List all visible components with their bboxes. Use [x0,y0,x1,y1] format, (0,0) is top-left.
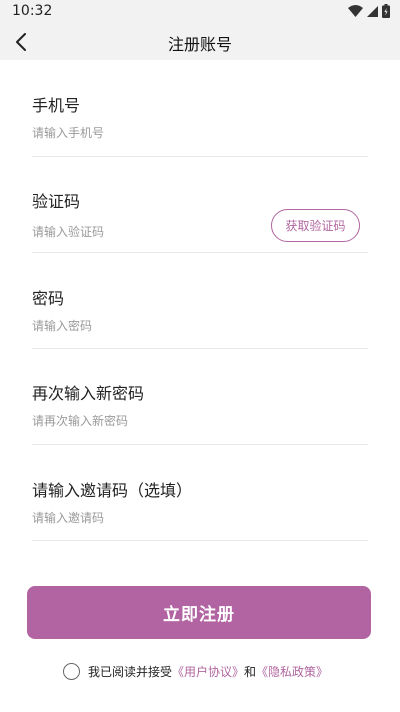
agreement-prefix: 我已阅读并接受 [88,664,173,679]
password-label: 密码 [32,289,65,308]
wifi-icon [348,5,363,17]
page-title: 注册账号 [167,35,232,54]
register-screen: 10:32 注册账号 手机号 验证码 获取验证码 密码 再次输入新密码 请输入邀… [0,0,400,712]
confirm-password-input[interactable] [32,412,262,430]
code-input[interactable] [32,223,262,241]
register-button[interactable]: 立即注册 [27,586,371,639]
navigation-bar: 注册账号 [0,24,400,60]
get-code-button[interactable]: 获取验证码 [271,209,360,242]
invite-code-input[interactable] [32,509,262,527]
signal-icon [367,5,378,17]
code-label: 验证码 [32,192,81,211]
confirm-password-field: 再次输入新密码 [32,380,368,445]
status-bar: 10:32 [0,0,400,24]
confirm-password-label: 再次输入新密码 [32,384,145,403]
battery-icon [382,4,390,18]
privacy-policy-link[interactable]: 《隐私政策》 [256,663,328,680]
status-time: 10:32 [12,3,53,19]
phone-field: 手机号 [32,92,368,157]
phone-input[interactable] [32,124,262,142]
agreement-checkbox[interactable] [63,662,80,680]
status-icons [348,4,390,18]
phone-label: 手机号 [32,96,81,115]
password-input[interactable] [32,317,262,335]
code-field: 验证码 获取验证码 [32,188,368,253]
invite-code-label: 请输入邀请码（选填） [32,481,193,500]
user-agreement-link[interactable]: 《用户协议》 [172,663,244,680]
invite-code-field: 请输入邀请码（选填） [32,477,368,541]
password-field: 密码 [32,285,368,349]
agreement-and: 和 [244,664,257,679]
agreement-row: 我已阅读并接受 《用户协议》 和 《隐私政策》 [63,662,328,680]
